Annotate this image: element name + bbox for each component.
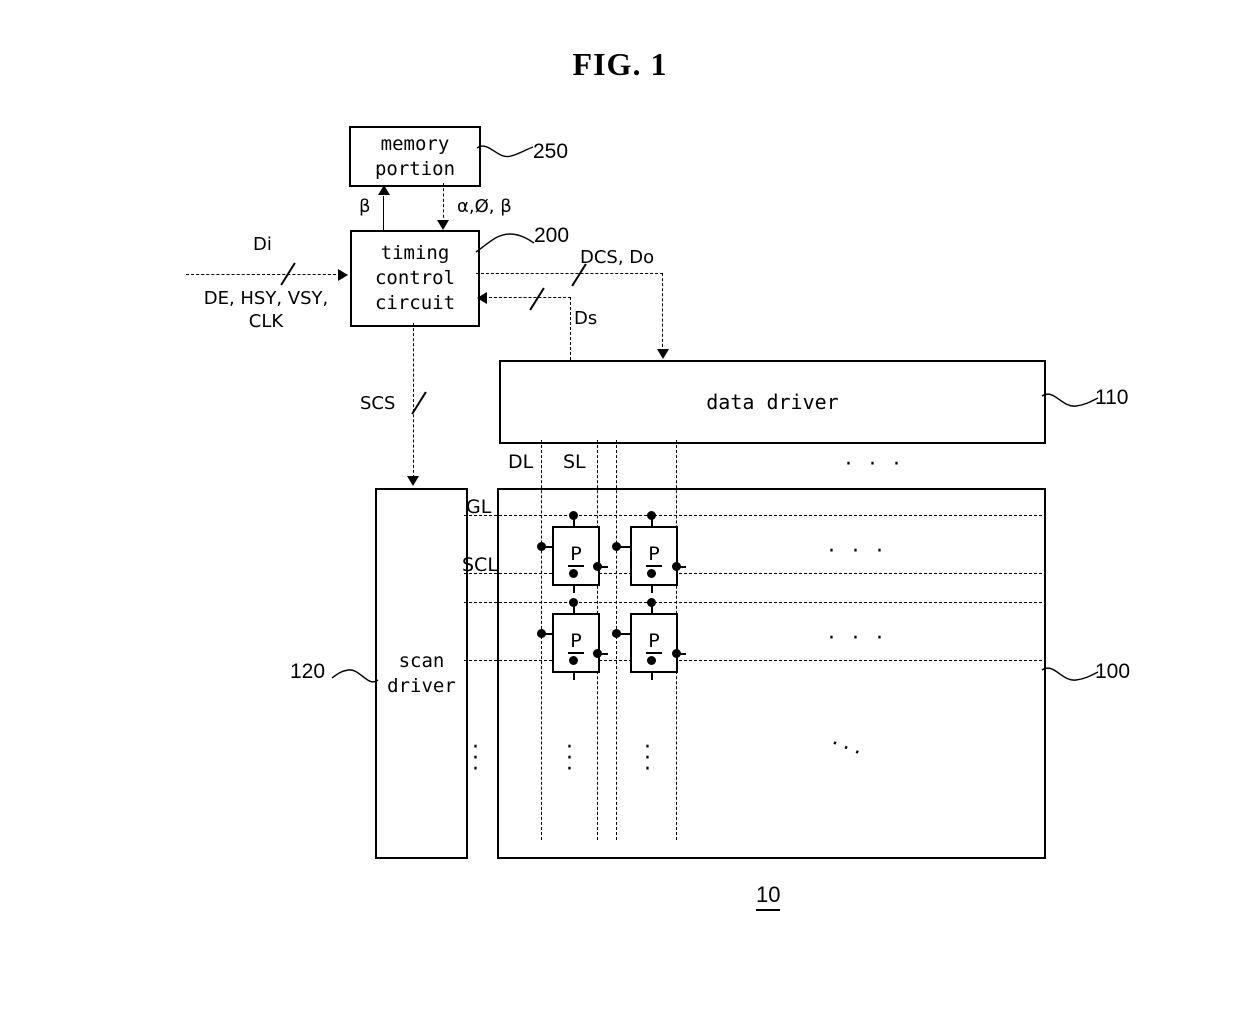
- leader-line-250: [476, 145, 534, 158]
- ds-label: Ds: [574, 308, 598, 329]
- ds-arrowhead: [477, 292, 487, 304]
- data-line-dl-2: [616, 440, 617, 840]
- ellipsis-col-2: · · ·: [644, 735, 651, 782]
- data-driver-block: data driver: [499, 360, 1046, 444]
- ref-number-110: 110: [1095, 386, 1129, 409]
- ref-number-250: 250: [533, 140, 569, 163]
- pixel-r1c2-sense-dot: [672, 562, 681, 571]
- timing-control-circuit-block: timing control circuit: [350, 230, 480, 327]
- gate-line-gl-1: [464, 515, 1042, 516]
- alpha-phi-beta-arrowhead: [437, 220, 449, 230]
- pixel-r1c1-sense-dot: [593, 562, 602, 571]
- ref-number-100: 100: [1095, 660, 1131, 683]
- data-line-dl-1: [541, 440, 542, 840]
- scs-label: SCS: [360, 393, 396, 414]
- input-signals-label: DE, HSY, VSY, CLK: [203, 288, 329, 332]
- memory-portion-block: memory portion: [349, 126, 481, 187]
- leader-line-100: [1041, 667, 1099, 681]
- figure-canvas: FIG. 1 memory portion 250 β α,Ø, β timin…: [0, 0, 1240, 1013]
- device-ref-number: 10: [756, 882, 781, 911]
- pixel-label: P: [646, 630, 662, 654]
- leader-line-120: [331, 669, 379, 683]
- beta-arrowhead: [378, 185, 390, 195]
- ref-number-120: 120: [290, 660, 326, 683]
- dcs-do-label: DCS, Do: [580, 247, 655, 268]
- ellipsis-top: · · ·: [845, 452, 905, 477]
- di-input-line: [186, 274, 341, 275]
- ref-number-200: 200: [534, 224, 570, 247]
- scan-driver-label: scan driver: [387, 649, 456, 697]
- di-label: Di: [253, 234, 272, 255]
- pixel-label: P: [568, 543, 584, 567]
- leader-line-110: [1041, 393, 1099, 407]
- gate-line-gl-2: [464, 602, 1042, 603]
- pixel-r1c1-scl-dot: [569, 569, 578, 578]
- ellipsis-row-1: · · ·: [828, 539, 888, 564]
- scl-label: SCL: [462, 554, 498, 576]
- timing-control-circuit-label: timing control circuit: [374, 242, 456, 314]
- figure-title: FIG. 1: [572, 46, 668, 82]
- ellipsis-row-2: · · ·: [828, 626, 888, 651]
- beta-label: β: [359, 196, 371, 217]
- ellipsis-col-scan: · · ·: [472, 735, 479, 782]
- dcs-do-h-line: [476, 273, 663, 274]
- pixel-r2c1-sense-dot: [593, 649, 602, 658]
- gl-label: GL: [466, 496, 492, 518]
- alpha-phi-beta-label: α,Ø, β: [457, 196, 512, 217]
- ds-v-line: [570, 297, 571, 360]
- di-arrowhead: [338, 269, 348, 281]
- ds-h-line: [489, 297, 571, 298]
- pixel-r2c2-sense-dot: [672, 649, 681, 658]
- pixel-r1c2-gate-dot: [647, 511, 656, 520]
- pixel-label: P: [568, 630, 584, 654]
- leader-line-200: [475, 233, 535, 253]
- alpha-phi-beta-line: [443, 183, 444, 223]
- pixel-r2c1-scl-dot: [569, 656, 578, 665]
- pixel-r2c2-gate-dot: [647, 598, 656, 607]
- dl-label: DL: [508, 451, 534, 473]
- pixel-r1c2-scl-dot: [647, 569, 656, 578]
- pixel-r2c1-gate-dot: [569, 598, 578, 607]
- pixel-r1c1-gate-dot: [569, 511, 578, 520]
- ellipsis-col-1: · · ·: [566, 735, 573, 782]
- ds-bus-slash: [529, 287, 545, 311]
- memory-portion-label: memory portion: [374, 132, 456, 180]
- beta-line: [383, 196, 384, 230]
- sl-label: SL: [563, 451, 586, 473]
- scs-line: [413, 323, 414, 478]
- data-driver-label: data driver: [706, 390, 839, 414]
- dcs-do-arrowhead: [657, 349, 669, 359]
- scan-control-line-scl-2: [464, 660, 1042, 661]
- pixel-r1c2-data-dot: [612, 542, 621, 551]
- scan-driver-block: scan driver: [375, 488, 468, 859]
- scs-arrowhead: [407, 476, 419, 486]
- pixel-r2c1-data-dot: [537, 629, 546, 638]
- pixel-r2c2-scl-dot: [647, 656, 656, 665]
- dcs-do-v-line: [662, 273, 663, 352]
- pixel-r1c1-data-dot: [537, 542, 546, 551]
- pixel-label: P: [646, 543, 662, 567]
- pixel-r2c2-data-dot: [612, 629, 621, 638]
- scan-control-line-scl-1: [464, 573, 1042, 574]
